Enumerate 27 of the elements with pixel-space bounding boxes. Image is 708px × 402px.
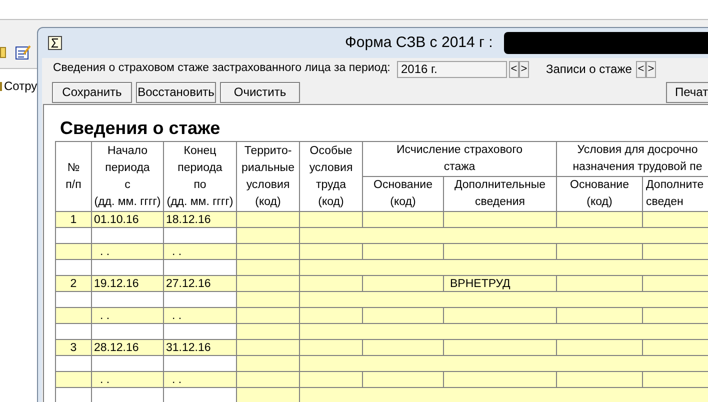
next-button[interactable]: > [519,60,529,78]
window-title: Форма СЗВ с 2014 г : [345,32,493,53]
sum-icon [48,36,62,50]
column-group-header: Исчисление страхового стажа [362,142,556,176]
records-label: Записи о стаже [546,61,632,78]
previous-button[interactable]: < [509,60,519,78]
section-heading: Сведения о стаже [60,117,222,140]
column-header: Начало периода с (дд. мм. гггг) [92,142,164,212]
column-header: № п/п [56,142,92,212]
toolbar-button[interactable]: Печат [666,82,708,102]
next-button[interactable]: > [646,60,656,78]
notepad-icon [15,44,31,60]
column-header: Террито- риальные условия (код) [236,142,300,212]
toolbar-button[interactable]: Очистить [220,82,300,102]
period-field[interactable]: 2016 г. [397,60,507,78]
toolbar-button[interactable]: Сохранить [52,82,132,102]
sidebar-item[interactable]: Сотру [4,77,38,95]
column-group-header: Условия для досрочно назначения трудовой пе [556,142,708,176]
period-label: Сведения о страховом стаже застрахованного лица за период: [53,61,392,76]
toolbar-button[interactable]: Восстановить [136,82,216,102]
column-header: Дополнительные сведения [444,176,556,212]
column-header: Особые условия труда (код) [300,142,362,212]
column-header: Основание (код) [556,176,642,212]
column-header: Конец периода по (дд. мм. гггг) [164,142,236,212]
column-header: Основание (код) [362,176,444,212]
column-header: Дополните сведен [642,176,708,212]
previous-button[interactable]: < [636,60,646,78]
